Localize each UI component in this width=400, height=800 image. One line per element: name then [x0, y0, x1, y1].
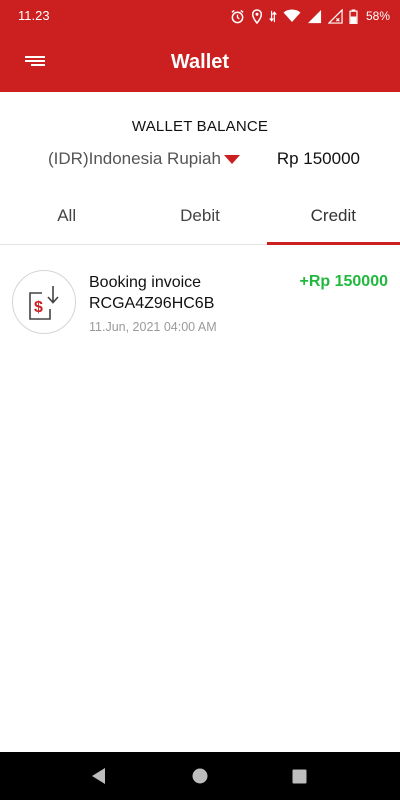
- app-bar: Wallet: [0, 32, 400, 92]
- page-title: Wallet: [170, 51, 230, 73]
- transaction-amount: +Rp 150000: [299, 273, 388, 290]
- wallet-balance-heading: WALLET BALANCE: [131, 118, 269, 135]
- transaction-tabs: All Debit Credit: [0, 190, 400, 245]
- caret-down-icon[interactable]: [223, 154, 240, 164]
- transaction-reference: RCGA4Z96HC6B: [89, 295, 215, 312]
- invoice-download-icon: $: [29, 286, 59, 320]
- currency-selector[interactable]: (IDR)Indonesia Rupiah: [48, 149, 240, 169]
- transaction-icon-badge: $: [12, 270, 76, 334]
- svg-text:$: $: [34, 299, 43, 316]
- balance-amount: Rp 150000: [276, 149, 360, 168]
- tab-debit[interactable]: Debit: [133, 190, 266, 244]
- battery-percentage: 58%: [365, 9, 390, 23]
- no-signal-icon: [327, 8, 343, 24]
- transaction-date: 11.Jun, 2021 04:00 AM: [89, 320, 217, 334]
- status-time: 11.23: [18, 8, 50, 23]
- location-icon: [251, 8, 263, 24]
- status-bar: 11.23 58%: [0, 0, 400, 32]
- data-transfer-icon: [269, 10, 277, 22]
- wifi-icon: [283, 9, 301, 22]
- back-icon[interactable]: [90, 767, 108, 785]
- tab-all[interactable]: All: [0, 190, 133, 244]
- signal-icon: [307, 9, 322, 23]
- list-item[interactable]: $ Booking invoice RCGA4Z96HC6B 11.Jun, 2…: [0, 262, 400, 342]
- alarm-icon: [231, 9, 244, 23]
- navigation-bar: [0, 752, 400, 800]
- home-icon[interactable]: [192, 768, 208, 784]
- currency-name: (IDR)Indonesia Rupiah: [48, 149, 221, 168]
- tab-credit[interactable]: Credit: [266, 190, 400, 245]
- status-icons: 58%: [230, 7, 390, 25]
- recent-apps-icon[interactable]: [292, 769, 307, 784]
- transaction-title: Booking invoice: [89, 274, 202, 291]
- battery-icon: [349, 8, 358, 24]
